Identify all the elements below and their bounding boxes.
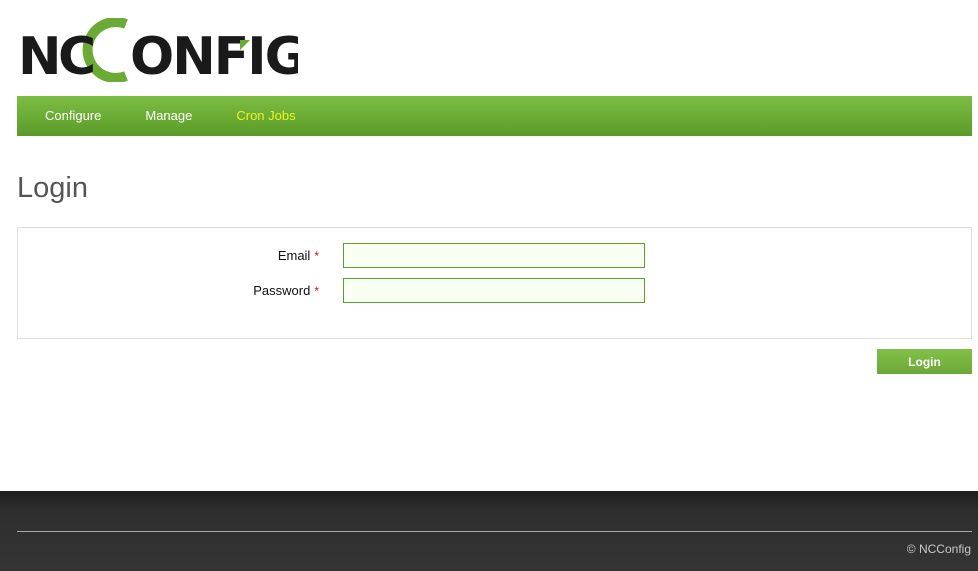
- footer-divider: [17, 531, 972, 532]
- main-navbar: Configure Manage Cron Jobs: [17, 96, 972, 136]
- logo-text-c: C: [58, 27, 94, 82]
- nav-item-manage[interactable]: Manage: [123, 96, 214, 136]
- login-button[interactable]: Login: [877, 349, 972, 374]
- password-field[interactable]: [343, 278, 645, 303]
- logo-graphic: N C ONFIG: [18, 18, 298, 82]
- nav-item-cron-jobs[interactable]: Cron Jobs: [214, 96, 317, 136]
- password-label: Password *: [253, 283, 319, 298]
- logo-text-onfig: ONFIG: [130, 27, 298, 82]
- footer: © NCConfig: [0, 491, 978, 571]
- login-form: Email * Password *: [17, 227, 972, 339]
- password-label-text: Password: [253, 283, 311, 298]
- email-field[interactable]: [343, 243, 645, 268]
- email-row: Email *: [18, 243, 971, 269]
- footer-copyright: © NCConfig: [906, 542, 971, 556]
- email-label-text: Email: [277, 248, 311, 263]
- email-required-marker: *: [314, 249, 319, 263]
- email-label: Email *: [278, 248, 319, 263]
- nav-item-configure[interactable]: Configure: [17, 96, 123, 136]
- password-required-marker: *: [314, 284, 319, 298]
- ncconfig-logo[interactable]: N C ONFIG: [18, 18, 298, 82]
- password-row: Password *: [18, 278, 971, 304]
- logo-text-n: N: [18, 27, 60, 82]
- page: N C ONFIG Configure Manage Cron Jobs Log…: [0, 0, 978, 571]
- page-title: Login: [17, 172, 88, 204]
